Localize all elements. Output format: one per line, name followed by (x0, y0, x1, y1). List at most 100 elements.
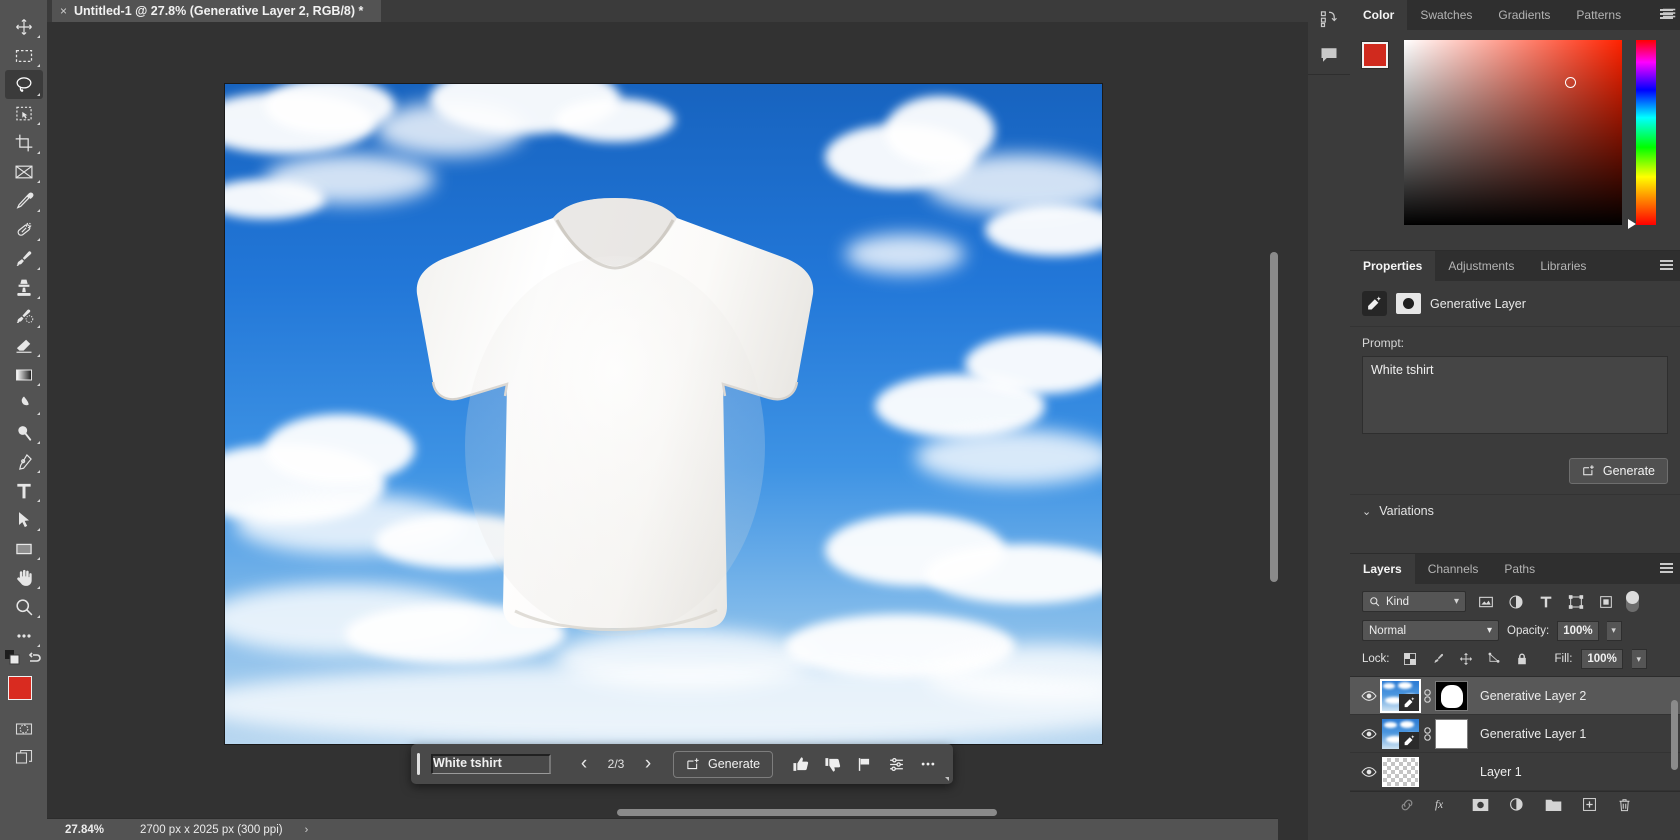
previous-variation-button[interactable]: ‹ (571, 751, 597, 777)
eraser-tool[interactable] (5, 331, 43, 360)
lock-image-pixels-icon[interactable] (1429, 650, 1448, 669)
tab-layers[interactable]: Layers (1350, 554, 1415, 584)
layer-thumbnail[interactable] (1382, 719, 1419, 749)
lock-transparent-pixels-icon[interactable] (1401, 650, 1420, 669)
thumbs-down-icon[interactable] (817, 750, 847, 778)
generative-layer-icon[interactable] (1362, 291, 1387, 316)
brush-tool[interactable] (5, 244, 43, 273)
layer-style-fx-icon[interactable]: fx (1435, 797, 1452, 812)
generate-button[interactable]: Generate (673, 751, 773, 778)
filter-pixel-icon[interactable] (1476, 592, 1496, 612)
gradient-tool[interactable] (5, 360, 43, 389)
filter-type-icon[interactable] (1536, 592, 1556, 612)
tab-color[interactable]: Color (1350, 0, 1407, 30)
layer-mask-icon[interactable] (1396, 293, 1421, 314)
tab-gradients[interactable]: Gradients (1485, 0, 1563, 30)
prompt-textarea[interactable] (1362, 356, 1668, 434)
object-selection-tool[interactable] (5, 99, 43, 128)
tab-channels[interactable]: Channels (1415, 554, 1492, 584)
dodge-tool[interactable] (5, 418, 43, 447)
tab-properties[interactable]: Properties (1350, 251, 1435, 281)
quick-mask-icon[interactable] (5, 714, 43, 743)
delete-layer-icon[interactable] (1617, 797, 1632, 813)
path-selection-tool[interactable] (5, 505, 43, 534)
link-layers-icon[interactable] (1399, 797, 1415, 813)
canvas-vertical-scrollbar[interactable] (1270, 252, 1278, 582)
filter-kind-select[interactable]: Kind ▾ (1362, 591, 1466, 612)
close-icon[interactable]: × (60, 5, 67, 17)
mask-link-icon[interactable] (1419, 689, 1435, 703)
frame-tool[interactable] (5, 157, 43, 186)
zoom-level[interactable]: 27.84% (47, 824, 118, 836)
chevron-down-icon[interactable]: ▾ (1454, 596, 1459, 607)
tab-adjustments[interactable]: Adjustments (1435, 251, 1527, 281)
rectangular-marquee-tool[interactable] (5, 41, 43, 70)
flag-icon[interactable] (849, 750, 879, 778)
move-tool[interactable] (5, 12, 43, 41)
lock-artboard-nesting-icon[interactable] (1485, 650, 1504, 669)
lock-position-icon[interactable] (1457, 650, 1476, 669)
hand-tool[interactable] (5, 563, 43, 592)
filter-smart-object-icon[interactable] (1596, 592, 1616, 612)
layer-visibility-icon[interactable] (1356, 726, 1382, 742)
more-options-icon[interactable] (913, 750, 943, 778)
filter-adjustment-icon[interactable] (1506, 592, 1526, 612)
filter-shape-icon[interactable] (1566, 592, 1586, 612)
chevron-down-icon[interactable]: ▾ (1487, 625, 1492, 636)
layer-thumbnail[interactable] (1382, 681, 1419, 711)
fill-stepper[interactable]: ▾ (1632, 649, 1647, 669)
new-adjustment-layer-icon[interactable] (1509, 797, 1525, 813)
status-expand-icon[interactable]: › (293, 824, 309, 836)
workspace-menu-icon[interactable] (1663, 7, 1677, 26)
next-variation-button[interactable]: › (635, 751, 661, 777)
layer-visibility-icon[interactable] (1356, 688, 1382, 704)
add-layer-mask-icon[interactable] (1472, 798, 1489, 812)
zoom-tool[interactable] (5, 592, 43, 621)
layer-mask-thumbnail[interactable] (1435, 719, 1468, 749)
layer-name[interactable]: Generative Layer 1 (1468, 727, 1586, 741)
new-group-icon[interactable] (1545, 798, 1562, 812)
saturation-value-field[interactable] (1404, 40, 1622, 225)
tab-libraries[interactable]: Libraries (1527, 251, 1599, 281)
generate-button[interactable]: Generate (1569, 458, 1668, 484)
layers-panel-scrollbar[interactable] (1671, 700, 1678, 770)
color-picker[interactable] (1350, 30, 1680, 250)
layer-name[interactable]: Generative Layer 2 (1468, 689, 1586, 703)
canvas-horizontal-scrollbar[interactable] (617, 809, 997, 816)
generative-prompt-input[interactable] (431, 754, 551, 774)
comment-icon[interactable] (1316, 44, 1342, 66)
fill-value[interactable]: 100% (1581, 649, 1622, 669)
tab-swatches[interactable]: Swatches (1407, 0, 1485, 30)
eyedropper-tool[interactable] (5, 186, 43, 215)
tab-patterns[interactable]: Patterns (1563, 0, 1634, 30)
tab-paths[interactable]: Paths (1491, 554, 1548, 584)
color-swatches[interactable] (5, 674, 43, 714)
opacity-stepper[interactable]: ▾ (1607, 621, 1622, 641)
chevron-down-icon[interactable]: ⌄ (1362, 505, 1371, 518)
hue-slider[interactable] (1636, 40, 1656, 225)
color-panel-swatches[interactable] (1358, 40, 1396, 84)
foreground-color-swatch[interactable] (8, 676, 32, 700)
table-row[interactable]: Layer 1 (1350, 753, 1680, 791)
edit-toolbar-tool[interactable] (5, 621, 43, 650)
layer-mask-thumbnail[interactable] (1435, 681, 1468, 711)
swap-colors-icon[interactable] (27, 650, 43, 671)
settings-sliders-icon[interactable] (881, 750, 911, 778)
layer-thumbnail[interactable] (1382, 757, 1419, 787)
history-brush-tool[interactable] (5, 302, 43, 331)
layers-panel-menu-icon[interactable] (1660, 563, 1673, 575)
rectangle-tool[interactable] (5, 534, 43, 563)
new-layer-icon[interactable] (1582, 797, 1597, 812)
artboard[interactable] (225, 84, 1102, 744)
blend-mode-select[interactable]: Normal ▾ (1362, 620, 1499, 641)
clone-stamp-tool[interactable] (5, 273, 43, 302)
lasso-tool[interactable] (5, 70, 43, 99)
discover-share-icon[interactable] (1316, 8, 1342, 30)
drag-handle[interactable] (417, 753, 420, 775)
document-tab[interactable]: × Untitled-1 @ 27.8% (Generative Layer 2… (52, 0, 381, 22)
type-tool[interactable] (5, 476, 43, 505)
properties-panel-menu-icon[interactable] (1660, 260, 1673, 272)
mask-link-icon[interactable] (1419, 727, 1435, 741)
generative-fill-toolbar[interactable]: ‹ 2/3 › Generate (411, 744, 953, 784)
canvas-area[interactable]: ‹ 2/3 › Generate (47, 22, 1278, 818)
